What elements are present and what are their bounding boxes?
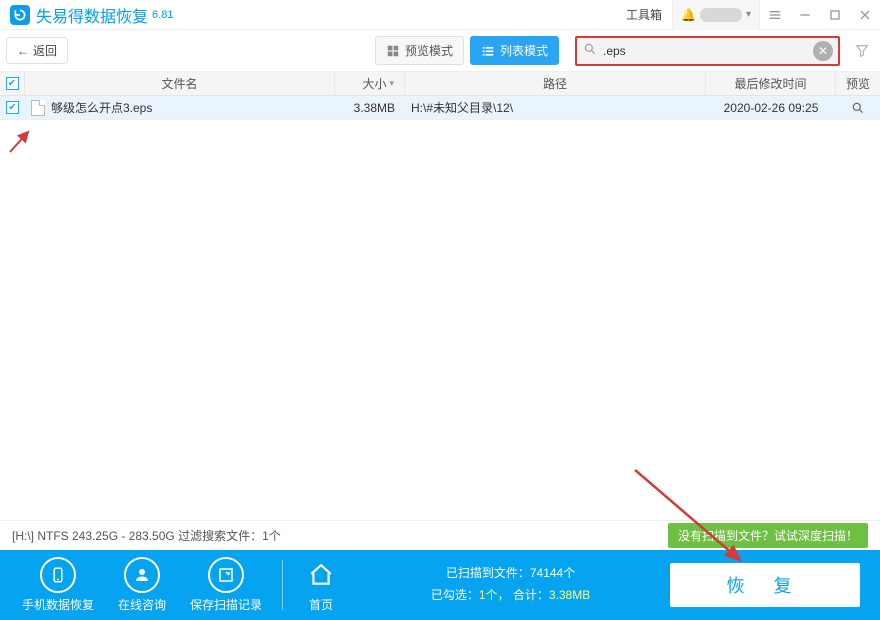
save-scan-button[interactable]: 保存扫描记录 bbox=[190, 557, 262, 613]
col-date[interactable]: 最后修改时间 bbox=[706, 72, 836, 95]
row-preview-button[interactable] bbox=[836, 96, 880, 119]
list-mode-button[interactable]: 列表模式 bbox=[470, 36, 559, 65]
selected-label: 已勾选： bbox=[431, 588, 479, 602]
search-input[interactable] bbox=[603, 44, 813, 58]
user-name-placeholder bbox=[700, 8, 742, 22]
row-checkbox[interactable] bbox=[0, 96, 25, 119]
selected-count: 1个， bbox=[479, 588, 510, 602]
menu-button[interactable] bbox=[760, 0, 790, 30]
row-size: 3.38MB bbox=[335, 96, 405, 119]
back-label: 返回 bbox=[33, 42, 57, 59]
user-menu[interactable]: 🔔 ▾ bbox=[672, 0, 760, 30]
file-list-body bbox=[0, 120, 880, 520]
filter-button[interactable] bbox=[850, 43, 874, 59]
col-preview: 预览 bbox=[836, 72, 880, 95]
footer-divider bbox=[282, 560, 283, 610]
toolbox-link[interactable]: 工具箱 bbox=[626, 6, 662, 23]
home-button[interactable]: 首页 bbox=[303, 557, 339, 613]
person-icon bbox=[124, 557, 160, 593]
user-icon: 🔔 bbox=[681, 8, 696, 22]
total-label: 合计： bbox=[513, 588, 549, 602]
home-label: 首页 bbox=[309, 596, 333, 613]
online-consult-label: 在线咨询 bbox=[118, 596, 166, 613]
app-title: 失易得数据恢复 bbox=[36, 3, 148, 27]
export-icon bbox=[208, 557, 244, 593]
maximize-button[interactable] bbox=[820, 0, 850, 30]
grid-icon bbox=[386, 44, 400, 58]
table-header: 文件名 大小▾ 路径 最后修改时间 预览 bbox=[0, 72, 880, 96]
minimize-button[interactable] bbox=[790, 0, 820, 30]
row-filename: 够级怎么开点3.eps bbox=[51, 99, 152, 116]
back-arrow-icon: ← bbox=[17, 44, 29, 58]
list-mode-label: 列表模式 bbox=[500, 42, 548, 59]
phone-recovery-button[interactable]: 手机数据恢复 bbox=[22, 557, 94, 613]
annotation-arrow-icon bbox=[6, 126, 36, 156]
search-icon bbox=[583, 42, 597, 59]
search-box[interactable]: ✕ bbox=[575, 36, 840, 66]
preview-mode-button[interactable]: 预览模式 bbox=[375, 36, 464, 65]
col-filename[interactable]: 文件名 bbox=[25, 72, 335, 95]
row-date: 2020-02-26 09:25 bbox=[706, 96, 836, 119]
home-icon bbox=[303, 557, 339, 593]
col-size[interactable]: 大小▾ bbox=[335, 72, 405, 95]
row-filename-cell: 够级怎么开点3.eps bbox=[25, 96, 335, 119]
scanned-count: 74144个 bbox=[530, 566, 575, 580]
back-button[interactable]: ← 返回 bbox=[6, 37, 68, 64]
preview-mode-label: 预览模式 bbox=[405, 42, 453, 59]
scanned-label: 已扫描到文件： bbox=[446, 566, 530, 580]
online-consult-button[interactable]: 在线咨询 bbox=[118, 557, 166, 613]
save-scan-label: 保存扫描记录 bbox=[190, 596, 262, 613]
col-path[interactable]: 路径 bbox=[405, 72, 706, 95]
table-row[interactable]: 够级怎么开点3.eps 3.38MB H:\#未知父目录\12\ 2020-02… bbox=[0, 96, 880, 120]
file-icon bbox=[31, 100, 45, 116]
row-path: H:\#未知父目录\12\ bbox=[405, 96, 706, 119]
phone-recovery-label: 手机数据恢复 bbox=[22, 596, 94, 613]
disk-status: [H:\] NTFS 243.25G - 283.50G 过滤搜索文件：1个 bbox=[12, 527, 281, 544]
magnifier-icon bbox=[851, 101, 865, 115]
chevron-down-icon: ▾ bbox=[746, 9, 751, 20]
app-logo bbox=[10, 5, 30, 25]
close-button[interactable] bbox=[850, 0, 880, 30]
footer-info: 已扫描到文件：74144个 已勾选：1个， 合计：3.38MB bbox=[351, 563, 670, 606]
total-size: 3.38MB bbox=[549, 588, 590, 602]
select-all-checkbox[interactable] bbox=[0, 72, 25, 95]
phone-icon bbox=[40, 557, 76, 593]
clear-search-button[interactable]: ✕ bbox=[813, 41, 833, 61]
list-icon bbox=[481, 44, 495, 58]
app-version: 6.81 bbox=[152, 9, 173, 21]
annotation-arrow-icon bbox=[630, 465, 760, 575]
